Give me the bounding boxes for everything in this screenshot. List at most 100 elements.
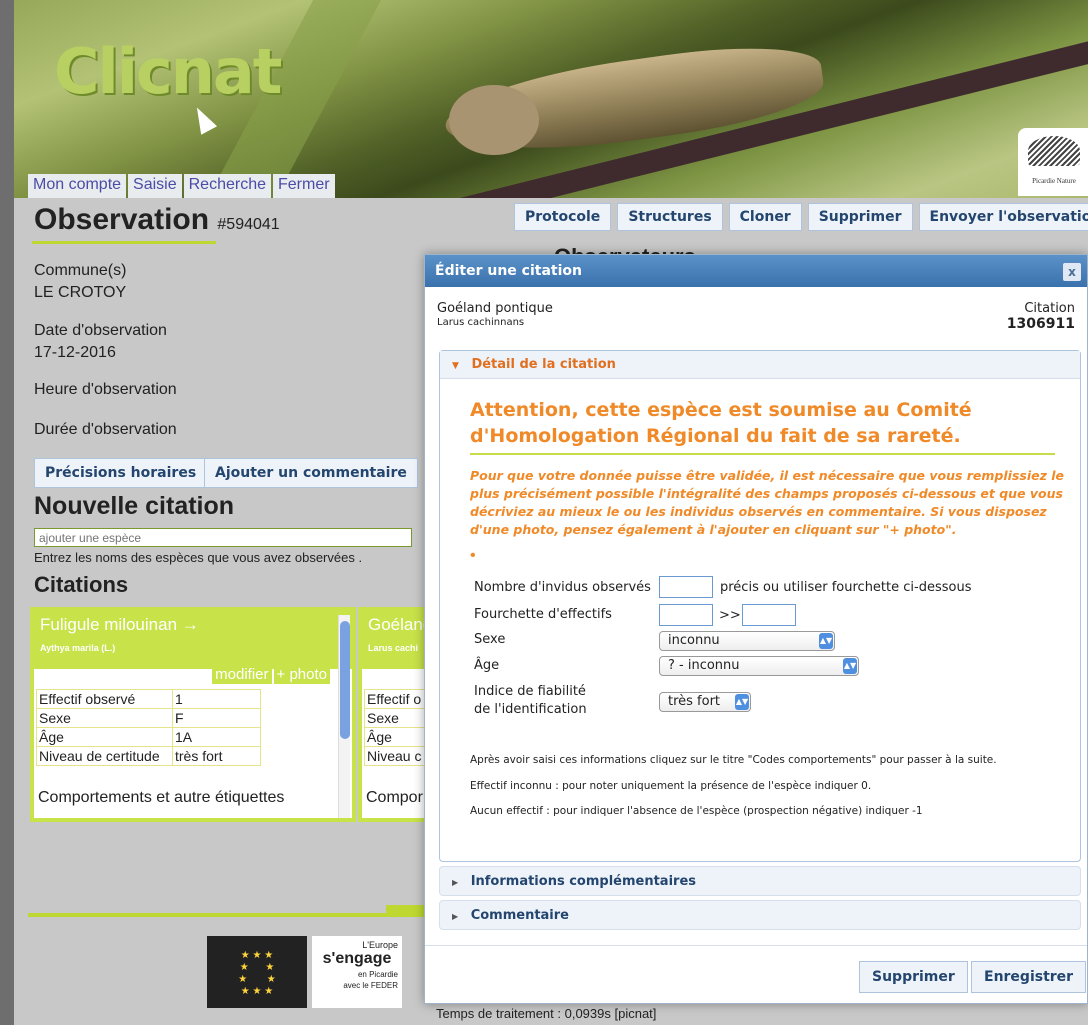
fiabilite-select[interactable]: très fort ▲▼ (659, 692, 751, 712)
detail-section-title: Détail de la citation (471, 357, 616, 372)
observation-id: #594041 (217, 216, 280, 233)
species-help-text: Entrez les noms des espèces que vous ave… (34, 550, 363, 565)
citation-card-header: Fuligule milouinan → Aythya marila (L.) (34, 611, 352, 669)
bullet-dot: • (470, 547, 476, 564)
fiabilite-selected: très fort (668, 694, 721, 709)
chevron-right-icon: ▶ (452, 912, 459, 921)
card-scrollbar[interactable] (338, 615, 350, 818)
select-arrows-icon: ▲▼ (735, 694, 749, 710)
dialog-title: Éditer une citation (435, 263, 582, 279)
commentaire-section[interactable]: ▶ Commentaire (439, 900, 1081, 930)
nav-recherche[interactable]: Recherche (183, 174, 271, 198)
add-photo-link[interactable]: + photo (273, 665, 330, 684)
sexe-label: Sexe (474, 632, 506, 647)
cloner-button[interactable]: Cloner (728, 203, 802, 231)
table-cell: Effectif observé (36, 689, 173, 709)
protocole-button[interactable]: Protocole (514, 203, 612, 231)
table-cell: 1 (172, 689, 261, 709)
header-banner: Clicnat Picardie Nature Mon compte Saisi… (14, 0, 1088, 198)
modifier-link[interactable]: modifier (212, 665, 272, 684)
fiabilite-label-2: de l'identification (474, 702, 587, 717)
sexe-select[interactable]: inconnu ▲▼ (659, 631, 835, 651)
sexe-selected: inconnu (668, 633, 720, 648)
page-title: Observation #594041 (34, 203, 280, 237)
citation-label: Citation (1024, 301, 1075, 316)
duree-label: Durée d'observation (34, 421, 177, 438)
select-arrows-icon: ▲▼ (843, 658, 857, 674)
behaviours-label: Comportements et autre étiquettes (38, 789, 285, 806)
nav-fermer[interactable]: Fermer (273, 174, 335, 198)
citation-card: Fuligule milouinan → Aythya marila (L.) … (30, 607, 356, 822)
detail-section: ▼ Détail de la citation Attention, cette… (439, 350, 1081, 862)
picardie-nature-logo: Picardie Nature (1018, 128, 1088, 196)
fourchette-label: Fourchette d'effectifs (474, 607, 612, 622)
citation-species-name[interactable]: Fuligule milouinan → (40, 615, 346, 635)
close-icon[interactable]: x (1063, 263, 1081, 281)
europe-logo-top: L'Europe (362, 940, 398, 950)
nombre-input[interactable] (659, 576, 713, 598)
commentaire-title: Commentaire (470, 908, 569, 923)
table-row: Âge 1A (36, 727, 261, 747)
edit-citation-dialog: Éditer une citation x Goéland pontique L… (424, 254, 1088, 1004)
citations-heading: Citations (34, 572, 129, 597)
heure-label: Heure d'observation (34, 381, 177, 398)
age-select[interactable]: ? - inconnu ▲▼ (659, 656, 859, 676)
dialog-titlebar[interactable]: Éditer une citation x (425, 255, 1087, 287)
citation-number: 1306911 (1006, 316, 1075, 332)
commune-label: Commune(s) (34, 262, 127, 279)
warning-body: Pour que votre donnée puisse être validé… (470, 468, 1064, 537)
table-cell: Âge (36, 727, 173, 747)
note-effectif-inconnu: Effectif inconnu : pour noter uniquement… (470, 780, 872, 792)
chevron-right-icon: ▶ (452, 878, 459, 887)
infos-complementaires-title: Informations complémentaires (470, 874, 697, 889)
banner-grasshopper-head (449, 85, 539, 155)
fourchette-separator: >> (719, 608, 741, 623)
fourchette-max-input[interactable] (742, 604, 796, 626)
nombre-hint: précis ou utiliser fourchette ci-dessous (720, 580, 972, 595)
ajouter-commentaire-button[interactable]: Ajouter un commentaire (204, 458, 418, 488)
observation-toolbar: Protocole Structures Cloner Supprimer En… (514, 203, 1088, 231)
top-nav: Mon compte Saisie Recherche Fermer (28, 174, 335, 198)
eu-flag-logo: ★ ★ ★ ★ ★ ★ ★ ★ ★ ★ (207, 936, 307, 1008)
envoyer-observation-button[interactable]: Envoyer l'observation (918, 203, 1088, 231)
structures-button[interactable]: Structures (617, 203, 723, 231)
title-underline (32, 241, 216, 244)
dialog-citation-id: Citation 1306911 (1007, 301, 1075, 332)
nav-mon-compte[interactable]: Mon compte (28, 174, 127, 198)
enregistrer-button[interactable]: Enregistrer (971, 961, 1087, 993)
select-arrows-icon: ▲▼ (819, 633, 833, 649)
partner-logo-text: Picardie Nature (1032, 177, 1076, 185)
europe-engage-logo: L'Europe s'engage en Picardie avec le FE… (312, 936, 402, 1008)
supprimer-citation-button[interactable]: Supprimer (859, 961, 968, 993)
chevron-down-icon: ▼ (452, 361, 459, 371)
hedgehog-icon (1028, 136, 1080, 166)
precisions-horaires-button[interactable]: Précisions horaires (34, 458, 208, 488)
age-label: Âge (474, 658, 500, 673)
species-common-name: Goéland pontique (437, 301, 553, 316)
note-aucun-effectif: Aucun effectif : pour indiquer l'absence… (470, 805, 923, 817)
infos-complementaires-section[interactable]: ▶ Informations complémentaires (439, 866, 1081, 896)
observateurs-heading: Observateurs (554, 242, 696, 254)
supprimer-observation-button[interactable]: Supprimer (807, 203, 913, 231)
processing-time: Temps de traitement : 0,0939s [picnat] (436, 1006, 657, 1021)
scrollbar-thumb[interactable] (340, 621, 350, 739)
date-label: Date d'observation (34, 322, 167, 339)
europe-logo-region: en Picardie (357, 970, 398, 979)
citation-details-table: Effectif observé 1 Sexe F Âge 1A Niveau de … (36, 689, 261, 766)
behaviours-label: Compor (366, 789, 423, 806)
clicnat-logo[interactable]: Clicnat (54, 35, 282, 108)
species-search-input[interactable] (34, 528, 412, 547)
nouvelle-citation-heading: Nouvelle citation (34, 492, 235, 520)
commune-value: LE CROTOY (34, 284, 127, 301)
table-cell: Sexe (36, 708, 173, 728)
observation-title: Observation (34, 203, 210, 236)
table-cell: F (172, 708, 261, 728)
date-value: 17-12-2016 (34, 344, 116, 361)
europe-logo-main: s'engage (322, 950, 392, 967)
detail-section-header[interactable]: ▼ Détail de la citation (440, 351, 1080, 379)
nombre-label: Nombre d'invidus observés (474, 580, 651, 595)
citation-species-sci: Aythya marila (L.) (40, 643, 116, 653)
table-row: Effectif observé 1 (36, 689, 261, 709)
nav-saisie[interactable]: Saisie (128, 174, 182, 198)
fourchette-min-input[interactable] (659, 604, 713, 626)
